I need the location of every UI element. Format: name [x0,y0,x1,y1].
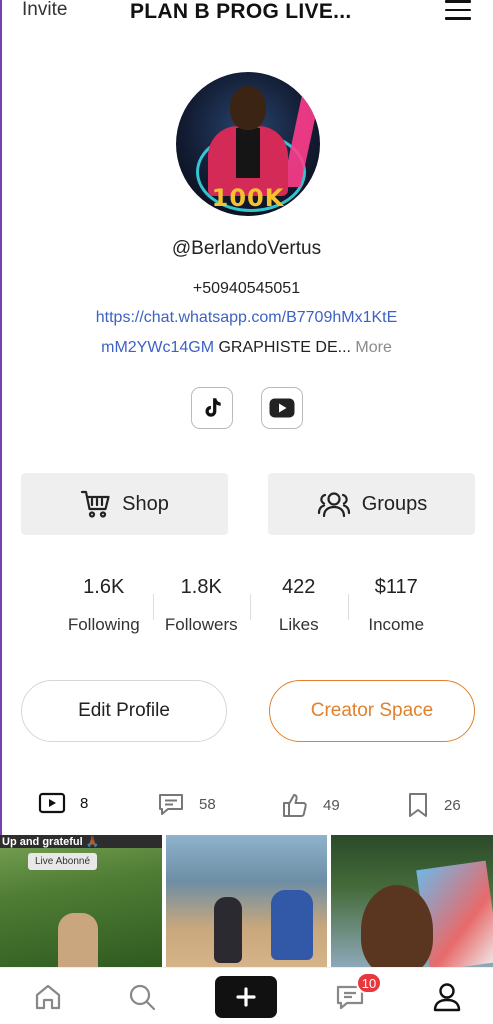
top-bar: Invite PLAN B PROG LIVE... [0,0,493,30]
bio-line: mM2YWc14GM GRAPHISTE DE... More [0,339,493,357]
nav-home[interactable] [32,978,64,1016]
shop-label: Shop [122,492,169,515]
stat-value: 1.8K [180,576,222,598]
bookmark-icon [409,793,427,817]
profile-stats: 1.6K Following 1.8K Followers 422 Likes … [55,576,445,635]
video-icon [38,792,66,814]
tab-count: 26 [444,796,461,814]
create-button[interactable] [215,976,277,1018]
plus-icon [236,987,256,1007]
creator-space-button[interactable]: Creator Space [269,680,475,742]
whatsapp-link[interactable]: https://chat.whatsapp.com/B7709hMx1KtE [0,309,493,327]
page-title: PLAN B PROG LIVE... [130,0,352,23]
groups-icon [317,492,350,518]
username: @BerlandoVertus [171,238,322,259]
tab-count: 58 [199,795,216,813]
nav-profile[interactable] [431,978,463,1016]
nav-messages[interactable]: 10 [334,972,382,1016]
stat-following[interactable]: 1.6K Following [55,576,153,635]
thumbnail-tag: Live Abonné [28,853,98,870]
tiktok-icon [205,398,221,417]
profile-actions-row: Edit Profile Creator Space [21,680,475,742]
stat-label: Followers [164,615,238,634]
youtube-button[interactable] [260,387,303,429]
video-thumbnail[interactable]: Up and grateful 🙏🏾 Live Abonné [0,835,162,967]
stat-income[interactable]: $117 Income [347,576,446,635]
content-tabs: 8 58 49 26 [0,792,493,818]
edit-profile-button[interactable]: Edit Profile [21,680,227,742]
hamburger-menu-icon[interactable] [445,0,471,20]
cart-icon [81,490,110,518]
bio-text: GRAPHISTE DE... [218,339,351,356]
groups-label: Groups [361,492,428,515]
tab-count: 49 [323,796,340,814]
invite-link[interactable]: Invite [22,0,67,21]
shop-groups-row: Shop Groups [21,473,475,535]
comment-icon [159,794,183,815]
tab-comments[interactable]: 58 [157,792,216,816]
search-icon [129,984,156,1011]
video-thumbnail[interactable] [165,835,328,967]
home-icon [35,984,61,1010]
thumbnail-caption: Up and grateful 🙏🏾 [0,835,162,848]
tab-videos[interactable]: 8 [38,792,88,814]
stat-followers[interactable]: 1.8K Followers [152,576,251,635]
social-links [0,387,493,429]
whatsapp-link-continued[interactable]: mM2YWc14GM [101,339,214,356]
video-thumbnail[interactable] [331,835,493,967]
profile-icon [433,983,461,1012]
tab-saved[interactable]: 26 [406,792,461,818]
thumbs-up-icon [283,794,307,817]
tab-likes[interactable]: 49 [281,792,340,818]
stat-likes[interactable]: 422 Likes [250,576,348,635]
avatar-badge: 100K [211,184,285,212]
stat-value: 1.6K [83,576,125,598]
nav-search[interactable] [126,978,158,1016]
video-grid: Up and grateful 🙏🏾 Live Abonné [0,835,493,967]
youtube-icon [269,398,294,418]
tab-count: 8 [80,794,89,812]
bottom-navigation: 10 [0,967,493,1024]
stat-label: Income [368,615,425,634]
phone-number: +50940545051 [192,280,301,297]
notification-badge: 10 [356,972,382,994]
stat-value: $117 [374,576,418,598]
avatar[interactable]: 100K [176,72,320,216]
groups-button[interactable]: Groups [268,473,475,535]
tiktok-button[interactable] [190,387,233,429]
stat-label: Likes [278,615,319,634]
stat-value: 422 [282,576,316,598]
stat-label: Following [67,615,140,634]
more-button[interactable]: More [355,339,391,356]
shop-button[interactable]: Shop [21,473,228,535]
